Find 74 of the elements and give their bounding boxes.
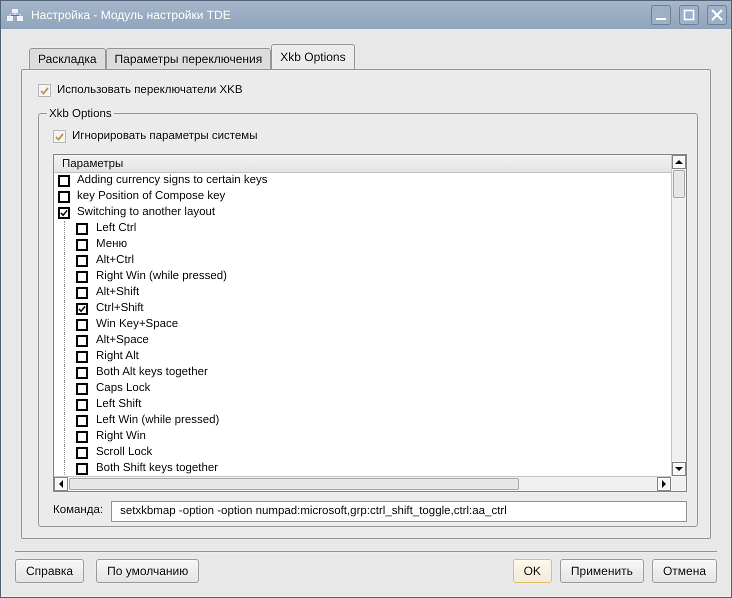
option-label[interactable]: Switching to another layout xyxy=(77,204,216,222)
checkbox[interactable] xyxy=(76,238,88,250)
checkbox[interactable] xyxy=(76,270,88,282)
dialog-button[interactable]: Применить xyxy=(560,559,644,583)
checkbox-label: Игнорировать параметры системы xyxy=(72,129,258,144)
checkbox[interactable] xyxy=(58,190,70,202)
option-label[interactable]: key Position of Compose key xyxy=(77,188,226,206)
checkbox[interactable] xyxy=(76,254,88,266)
checkbox[interactable] xyxy=(76,446,88,458)
scroll-right-button[interactable] xyxy=(657,476,671,490)
checkbox[interactable] xyxy=(76,350,88,362)
command-label: Команда: xyxy=(53,503,104,518)
app-icon xyxy=(7,8,23,22)
checkbox[interactable] xyxy=(76,334,88,346)
down-arrow-icon xyxy=(675,466,683,472)
checkbox[interactable] xyxy=(76,414,88,426)
maximize-button[interactable] xyxy=(679,5,699,25)
maximize-icon xyxy=(683,9,695,21)
dialog-button[interactable]: OK xyxy=(512,559,552,583)
checkbox[interactable] xyxy=(76,366,88,378)
scrollbar-thumb[interactable] xyxy=(673,170,685,198)
option-label[interactable]: Both Shift keys together xyxy=(96,460,218,476)
option-label[interactable]: Alt+Shift xyxy=(96,284,140,302)
checkbox[interactable] xyxy=(76,398,88,410)
horizontal-scrollbar[interactable] xyxy=(54,476,671,490)
checkbox[interactable] xyxy=(76,462,88,474)
checkbox[interactable] xyxy=(53,130,66,144)
scrollbar-corner xyxy=(671,476,686,490)
option-label[interactable]: Scroll Lock xyxy=(96,444,152,462)
option-label[interactable]: Right Alt xyxy=(96,348,139,366)
tab[interactable]: Параметры переключения xyxy=(106,48,272,69)
option-label[interactable]: Right Win (while pressed) xyxy=(96,268,228,286)
window-title: Настройка - Модуль настройки TDE xyxy=(31,7,232,24)
close-button[interactable] xyxy=(707,5,727,25)
checkbox[interactable] xyxy=(76,430,88,442)
option-label[interactable]: Alt+Ctrl xyxy=(96,252,134,270)
up-arrow-icon xyxy=(675,158,683,164)
tab[interactable]: Xkb Options xyxy=(271,44,355,69)
option-label[interactable]: Left Win (while pressed) xyxy=(96,412,220,430)
minimize-button[interactable] xyxy=(651,5,671,25)
checkbox[interactable] xyxy=(58,174,70,186)
checkbox[interactable] xyxy=(76,318,88,330)
scrollbar-thumb[interactable] xyxy=(69,478,519,490)
column-header[interactable]: Параметры xyxy=(54,154,671,172)
option-label[interactable]: Alt+Space xyxy=(96,332,149,350)
option-label[interactable]: Left Shift xyxy=(96,396,142,414)
scroll-up-button[interactable] xyxy=(672,154,686,168)
option-label[interactable]: Right Win xyxy=(96,428,146,446)
checkbox[interactable] xyxy=(38,84,51,98)
option-label[interactable]: Adding currency signs to certain keys xyxy=(77,172,268,190)
vertical-scrollbar[interactable] xyxy=(671,154,686,476)
right-arrow-icon xyxy=(661,480,667,488)
minimize-icon xyxy=(656,18,666,20)
checkbox[interactable] xyxy=(58,206,70,218)
option-label[interactable]: Left Ctrl xyxy=(96,220,136,238)
checkbox[interactable] xyxy=(76,286,88,298)
scroll-left-button[interactable] xyxy=(54,476,68,490)
close-icon xyxy=(711,9,723,21)
option-label[interactable]: Ctrl+Shift xyxy=(96,300,144,318)
option-label[interactable]: Both Alt keys together xyxy=(96,364,208,382)
tab[interactable]: Раскладка xyxy=(29,48,106,69)
option-label[interactable]: Win Key+Space xyxy=(96,316,178,334)
option-label[interactable]: Меню xyxy=(96,236,128,254)
checkbox[interactable] xyxy=(76,222,88,234)
option-label[interactable]: Caps Lock xyxy=(96,380,150,398)
dialog-button[interactable]: Отмена xyxy=(652,559,717,583)
checkbox[interactable] xyxy=(76,302,88,314)
command-field[interactable]: setxkbmap -option -option numpad:microsoft,grp:ctrl_shift_toggle,ctrl:aa_ctrl xyxy=(111,500,687,522)
dialog-button[interactable]: Справка xyxy=(15,559,84,583)
left-arrow-icon xyxy=(58,480,64,488)
dialog-button[interactable]: По умолчанию xyxy=(96,559,200,583)
checkbox[interactable] xyxy=(76,382,88,394)
checkbox-label: Использовать переключатели XKB xyxy=(57,83,242,98)
scroll-down-button[interactable] xyxy=(672,462,686,476)
